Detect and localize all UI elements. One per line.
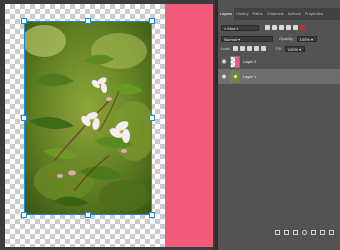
transform-handle[interactable] — [85, 18, 91, 24]
layers-list: ◉ Layer 2 ◉ Layer 1 — [218, 54, 340, 224]
transform-handle[interactable] — [21, 212, 27, 218]
filter-adjustment-icon[interactable] — [272, 25, 277, 30]
document-canvas[interactable] — [0, 0, 215, 250]
fill-value: 100% — [287, 46, 299, 52]
filter-kind-dropdown[interactable]: ⌕ Kind ▾ — [221, 24, 259, 31]
transform-handle[interactable] — [85, 212, 91, 218]
lock-artboard-icon[interactable] — [253, 46, 259, 51]
layer-thumbnail — [230, 70, 240, 83]
layer-name[interactable]: Layer 1 — [243, 74, 256, 79]
fx-icon[interactable] — [284, 229, 289, 235]
transform-handle[interactable] — [21, 18, 27, 24]
filter-kind-label: Kind — [227, 25, 236, 31]
lock-position-icon[interactable] — [246, 46, 252, 51]
filter-pixel-icon[interactable] — [265, 25, 270, 30]
blend-mode-dropdown[interactable]: Normal ▾ — [221, 35, 273, 42]
filter-smart-object-icon[interactable] — [293, 25, 298, 30]
fill-field[interactable]: 100% ▾ — [284, 45, 305, 52]
lock-label: Lock: — [221, 46, 231, 51]
layer-thumbnail — [230, 55, 240, 68]
link-icon[interactable] — [275, 229, 280, 235]
layer-name[interactable]: Layer 2 — [243, 59, 256, 64]
layer-row-layer-1[interactable]: ◉ Layer 1 — [218, 69, 340, 84]
lock-image-icon[interactable] — [239, 46, 245, 51]
transform-handle[interactable] — [21, 115, 27, 121]
blend-mode-row: Normal ▾ Opacity: 100% ▾ — [221, 35, 337, 42]
visibility-eye-icon[interactable]: ◉ — [220, 69, 228, 84]
tab-channels[interactable]: Channels — [265, 8, 286, 20]
panel-tab-bar: Layers History Paths Channels Actions Pr… — [218, 8, 340, 20]
filter-toggle-icon[interactable] — [300, 25, 305, 30]
lock-row: Lock: Fill: 100% ▾ — [221, 45, 337, 52]
trash-icon[interactable] — [329, 229, 334, 235]
fill-label: Fill: — [275, 46, 282, 51]
layer-row-layer-2[interactable]: ◉ Layer 2 — [218, 54, 340, 69]
filter-shape-icon[interactable] — [286, 25, 291, 30]
tab-layers[interactable]: Layers — [218, 8, 235, 20]
tab-paths[interactable]: Paths — [250, 8, 264, 20]
blend-mode-value: Normal — [224, 36, 237, 42]
new-layer-icon[interactable] — [320, 229, 325, 235]
lock-all-icon[interactable] — [260, 46, 266, 51]
layers-bottom-toolbar — [218, 224, 340, 240]
transform-handle[interactable] — [149, 115, 155, 121]
layer-filter-row: ⌕ Kind ▾ — [221, 24, 337, 31]
visibility-eye-icon[interactable]: ◉ — [220, 54, 228, 69]
tab-actions[interactable]: Actions — [286, 8, 303, 20]
group-icon[interactable] — [311, 229, 316, 235]
opacity-label: Opacity: — [279, 36, 294, 41]
tab-history[interactable]: History — [234, 8, 250, 20]
opacity-field[interactable]: 100% ▾ — [296, 35, 317, 42]
lock-transparent-icon[interactable] — [232, 46, 238, 51]
layers-panel: Layers History Paths Channels Actions Pr… — [218, 0, 340, 250]
transform-handle[interactable] — [149, 18, 155, 24]
transform-handle[interactable] — [149, 212, 155, 218]
filter-type-icon[interactable] — [279, 25, 284, 30]
tab-properties[interactable]: Properties — [303, 8, 325, 20]
opacity-value: 100% — [299, 36, 310, 42]
flower-photo[interactable] — [24, 21, 152, 215]
adjustment-icon[interactable] — [302, 229, 307, 235]
mask-icon[interactable] — [293, 229, 298, 235]
pink-layer-area — [165, 4, 213, 247]
